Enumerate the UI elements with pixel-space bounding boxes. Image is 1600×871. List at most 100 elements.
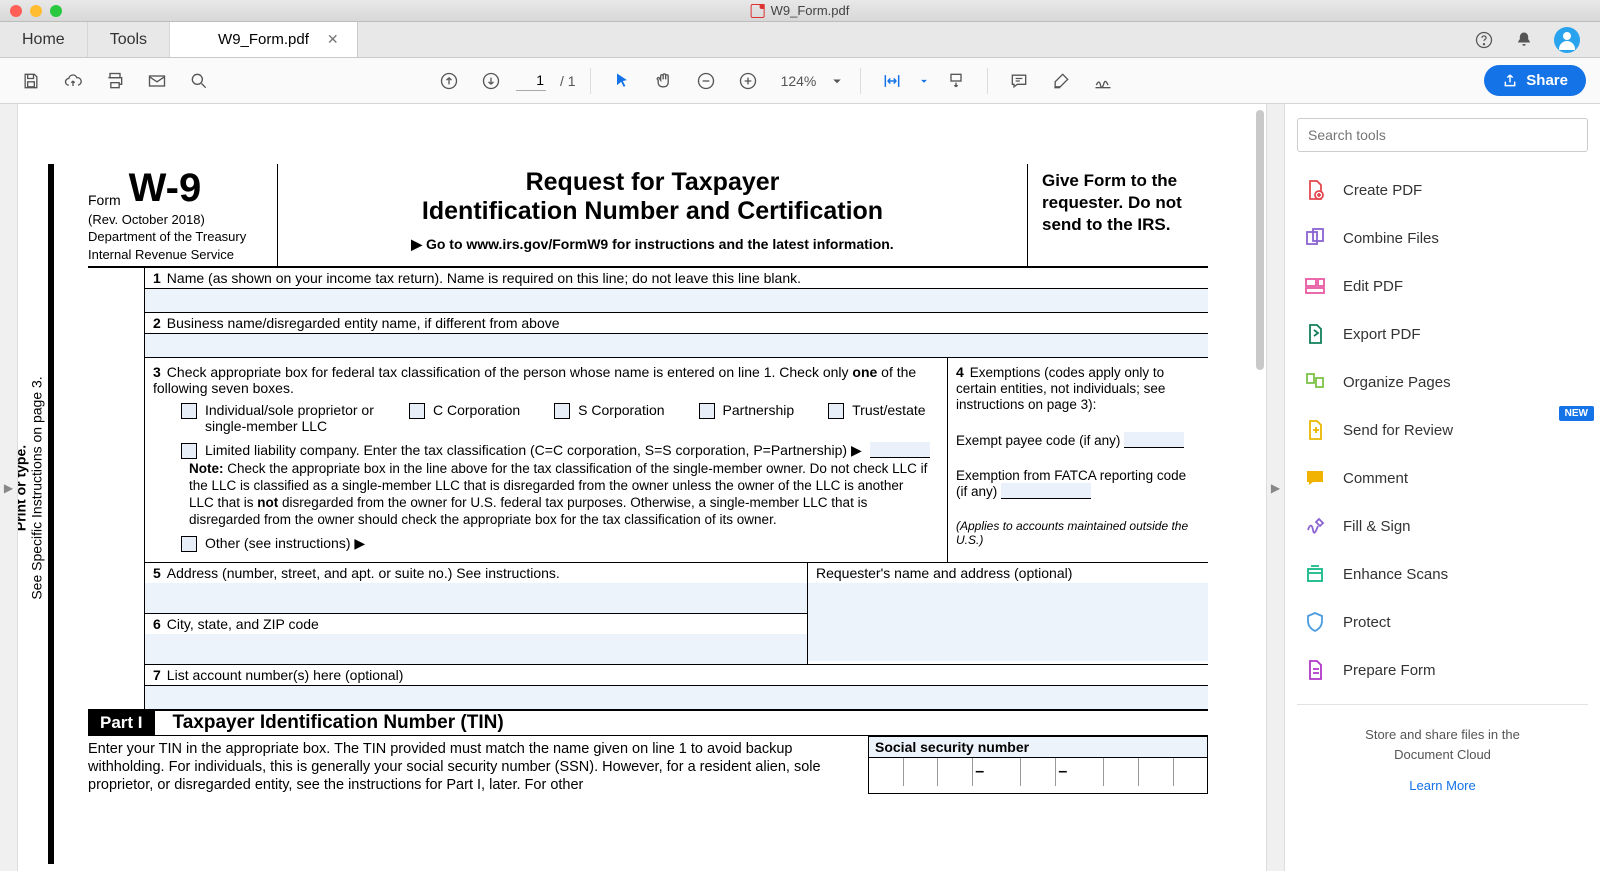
mail-icon[interactable] (140, 64, 174, 98)
cloud-text-1: Store and share files in the (1365, 727, 1520, 742)
tool-enhance-scans[interactable]: Enhance Scans (1297, 552, 1588, 596)
tool-protect[interactable]: Protect (1297, 600, 1588, 644)
cloud-upload-icon[interactable] (56, 64, 90, 98)
checkbox-ccorp[interactable]: C Corporation (409, 402, 520, 434)
highlight-icon[interactable] (1044, 64, 1078, 98)
tools-panel: Create PDF Combine Files Edit PDF Export… (1284, 104, 1600, 871)
tool-edit-pdf[interactable]: Edit PDF (1297, 264, 1588, 308)
checkbox-partnership[interactable]: Partnership (699, 402, 795, 434)
prepare-form-icon (1303, 658, 1327, 682)
maximize-window-icon[interactable] (50, 5, 62, 17)
nav-pane-expand[interactable]: ▶ (0, 104, 18, 871)
app-tabstrip: Home Tools W9_Form.pdf ✕ (0, 22, 1600, 58)
minimize-window-icon[interactable] (30, 5, 42, 17)
tool-create-pdf[interactable]: Create PDF (1297, 168, 1588, 212)
ssn-input[interactable]: – – (869, 758, 1207, 786)
pdf-page: Form W-9 (Rev. October 2018) Department … (48, 104, 1208, 794)
zoom-dropdown-icon[interactable] (828, 64, 846, 98)
form-title-line1: Request for Taxpayer (288, 168, 1017, 197)
tool-export-pdf[interactable]: Export PDF (1297, 312, 1588, 356)
zoom-in-icon[interactable] (731, 64, 765, 98)
tool-prepare-form[interactable]: Prepare Form (1297, 648, 1588, 692)
tab-document-label: W9_Form.pdf (218, 31, 309, 48)
combine-files-icon (1303, 226, 1327, 250)
hand-tool-icon[interactable] (647, 64, 681, 98)
share-button[interactable]: Share (1484, 65, 1586, 96)
enhance-scans-icon (1303, 562, 1327, 586)
tab-home[interactable]: Home (0, 22, 88, 57)
checkbox-trust[interactable]: Trust/estate (828, 402, 925, 434)
tools-pane-collapse[interactable]: ▶ (1266, 104, 1284, 871)
print-icon[interactable] (98, 64, 132, 98)
tool-fill-sign[interactable]: Fill & Sign (1297, 504, 1588, 548)
form-requester-input[interactable] (808, 583, 1208, 661)
form-goto: ▶ Go to www.irs.gov/FormW9 for instructi… (288, 236, 1017, 253)
cloud-text-2: Document Cloud (1394, 747, 1491, 762)
protect-icon (1303, 610, 1327, 634)
page-total-label: / 1 (560, 73, 576, 89)
user-avatar-icon[interactable] (1554, 27, 1580, 53)
pointer-tool-icon[interactable] (605, 64, 639, 98)
help-icon[interactable] (1474, 30, 1494, 50)
bell-icon[interactable] (1514, 30, 1534, 50)
page-down-icon[interactable] (474, 64, 508, 98)
checkbox-scorp[interactable]: S Corporation (554, 402, 664, 434)
form-revision: (Rev. October 2018) (88, 212, 271, 227)
form-fatca-note: (Applies to accounts maintained outside … (956, 519, 1200, 547)
form-line4-label: Exemptions (codes apply only to certain … (956, 365, 1165, 412)
fit-width-icon[interactable] (875, 64, 909, 98)
form-line3-one: one (852, 364, 877, 380)
form-line7-input[interactable] (145, 685, 1208, 709)
mac-window-controls[interactable] (10, 5, 62, 17)
fit-dropdown-icon[interactable] (917, 64, 931, 98)
form-side-label1: Print or type. (18, 377, 28, 600)
save-icon[interactable] (14, 64, 48, 98)
form-line3-label-a: Check appropriate box for federal tax cl… (167, 364, 853, 380)
learn-more-link[interactable]: Learn More (1297, 772, 1588, 799)
scroll-mode-icon[interactable] (939, 64, 973, 98)
send-review-icon (1303, 418, 1327, 442)
tab-tools[interactable]: Tools (88, 22, 170, 57)
form-line2-input[interactable] (145, 333, 1208, 357)
checkbox-llc[interactable]: Limited liability company. Enter the tax… (181, 442, 930, 459)
zoom-value-label: 124% (781, 73, 817, 89)
tool-combine-files[interactable]: Combine Files (1297, 216, 1588, 260)
tool-organize-pages[interactable]: Organize Pages (1297, 360, 1588, 404)
create-pdf-icon (1303, 178, 1327, 202)
document-canvas[interactable]: Form W-9 (Rev. October 2018) Department … (18, 104, 1266, 871)
tin-instructions: Enter your TIN in the appropriate box. T… (88, 736, 858, 794)
form-line5-input[interactable] (145, 583, 807, 613)
form-note-not: not (257, 495, 278, 510)
sticky-note-icon[interactable] (1002, 64, 1036, 98)
llc-classification-input[interactable] (870, 442, 930, 458)
zoom-out-icon[interactable] (689, 64, 723, 98)
search-icon[interactable] (182, 64, 216, 98)
page-up-icon[interactable] (432, 64, 466, 98)
tool-send-for-review[interactable]: NEWSend for Review (1297, 408, 1588, 452)
form-line6-input[interactable] (145, 634, 807, 664)
mac-title-bar: W9_Form.pdf (0, 0, 1600, 22)
exempt-payee-input[interactable] (1124, 432, 1184, 448)
form-line2-label: Business name/disregarded entity name, i… (167, 315, 560, 331)
toolbar: / 1 124% Share (0, 58, 1600, 104)
form-line1-input[interactable] (145, 288, 1208, 312)
form-note-head: Note: (189, 461, 224, 476)
checkbox-individual[interactable]: Individual/sole proprietor or single-mem… (181, 402, 375, 434)
form-line7-label: List account number(s) here (optional) (167, 667, 404, 683)
form-dept2: Internal Revenue Service (88, 247, 271, 263)
edit-pdf-icon (1303, 274, 1327, 298)
page-number-input[interactable] (516, 70, 546, 91)
fatca-code-input[interactable] (1001, 483, 1091, 499)
tool-comment[interactable]: Comment (1297, 456, 1588, 500)
form-requester-label: Requester's name and address (optional) (816, 565, 1072, 581)
sign-icon[interactable] (1086, 64, 1120, 98)
tab-document[interactable]: W9_Form.pdf ✕ (170, 22, 358, 57)
checkbox-other[interactable]: Other (see instructions) ▶ (181, 535, 365, 552)
ssn-label: Social security number (869, 737, 1207, 758)
vertical-scrollbar[interactable] (1256, 110, 1264, 370)
form-dept1: Department of the Treasury (88, 229, 271, 245)
search-tools-input[interactable] (1297, 118, 1588, 152)
close-window-icon[interactable] (10, 5, 22, 17)
tab-close-icon[interactable]: ✕ (327, 31, 339, 48)
form-note-body2: disregarded from the owner for U.S. fede… (189, 495, 867, 527)
